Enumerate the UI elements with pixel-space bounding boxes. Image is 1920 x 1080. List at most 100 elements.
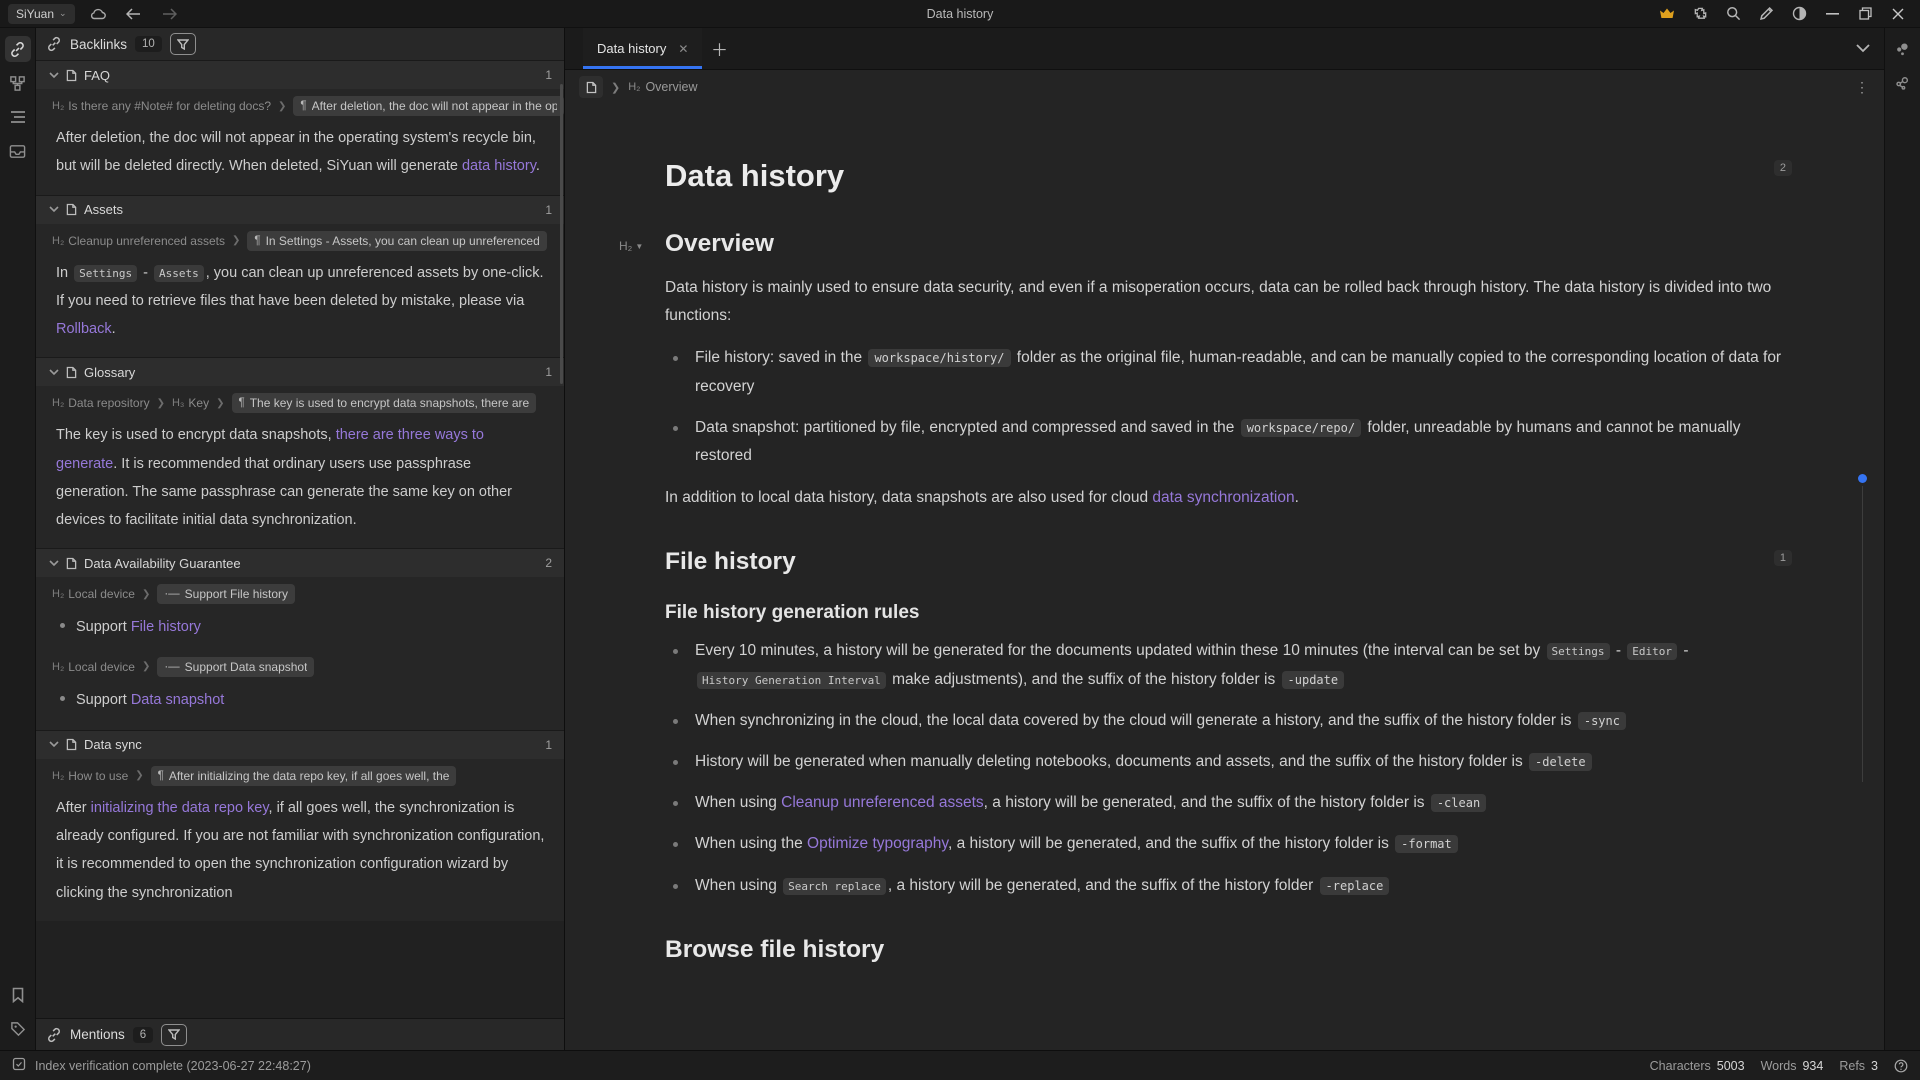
- mentions-header[interactable]: Mentions 6: [36, 1018, 564, 1050]
- dock-backlinks-icon[interactable]: [5, 36, 31, 62]
- theme-appearance-icon[interactable]: [1787, 3, 1811, 25]
- scroll-position-dot[interactable]: [1858, 474, 1867, 483]
- kbd-span: Editor: [1627, 643, 1677, 660]
- inline-link[interactable]: initializing the data repo key: [91, 800, 269, 816]
- breadcrumb-item[interactable]: H₂Cleanup unreferenced assets: [52, 234, 225, 248]
- nav-back-icon[interactable]: [121, 3, 147, 25]
- document-title[interactable]: Data history 2: [665, 158, 1790, 194]
- heading-browse-file-history[interactable]: Browse file history: [665, 936, 1790, 964]
- breadcrumb-text: Is there any #Note# for deleting docs?: [68, 99, 271, 113]
- heading-gutter[interactable]: H₂▼: [619, 239, 643, 253]
- breadcrumb-chip[interactable]: ¶After initializing the data repo key, i…: [151, 766, 457, 786]
- tab-list-chevron-icon[interactable]: [1856, 28, 1870, 69]
- block-type-tag: H₂: [52, 661, 64, 673]
- tab-data-history[interactable]: Data history ✕: [583, 28, 702, 69]
- document-scroll-area[interactable]: Data history 2 H₂▼OverviewData history i…: [565, 104, 1884, 1050]
- panel-scrollbar[interactable]: [560, 84, 563, 384]
- breadcrumb-item[interactable]: H₃Key: [172, 396, 209, 410]
- inline-link[interactable]: data synchronization: [1152, 489, 1294, 506]
- tab-close-icon[interactable]: ✕: [678, 42, 688, 56]
- breadcrumb-chip[interactable]: ·—Support File history: [157, 584, 295, 604]
- paragraph-block[interactable]: In addition to local data history, data …: [665, 484, 1790, 512]
- membership-crown-icon[interactable]: [1655, 3, 1679, 25]
- dock-inbox-icon[interactable]: [5, 138, 31, 164]
- list-item-block[interactable]: When using the Optimize typography, a hi…: [665, 830, 1790, 858]
- breadcrumb-more-icon[interactable]: ⋮: [1855, 79, 1870, 96]
- breadcrumb-doc-icon[interactable]: [579, 76, 603, 98]
- backlink-section-header-assets[interactable]: Assets1: [36, 195, 564, 224]
- list-item-block[interactable]: Every 10 minutes, a history will be gene…: [665, 637, 1790, 693]
- backlinks-header: Backlinks 10: [36, 28, 564, 60]
- edit-mode-icon[interactable]: [1754, 3, 1778, 25]
- inline-link[interactable]: Data snapshot: [131, 692, 225, 708]
- breadcrumb-chip[interactable]: ¶The key is used to encrypt data snapsho…: [232, 393, 537, 413]
- inline-link[interactable]: Optimize typography: [807, 835, 948, 852]
- breadcrumb-chip[interactable]: ¶After deletion, the doc will not appear…: [293, 96, 564, 116]
- backlink-section-header-data-sync[interactable]: Data sync1: [36, 730, 564, 759]
- window-restore-button[interactable]: [1853, 3, 1877, 25]
- dock-bookmark-icon[interactable]: [5, 982, 31, 1008]
- plugins-icon[interactable]: [1688, 3, 1712, 25]
- backlink-breadcrumb: H₂How to use❯¶After initializing the dat…: [36, 761, 564, 791]
- mentions-filter-button[interactable]: [161, 1024, 187, 1046]
- backlink-section-header-faq[interactable]: FAQ1: [36, 60, 564, 89]
- mentions-count-badge: 6: [133, 1027, 153, 1043]
- dock-outline-icon[interactable]: [5, 104, 31, 130]
- text-span: , a history will be generated, and the s…: [984, 794, 1429, 811]
- backlink-block[interactable]: Support Data snapshot: [36, 682, 564, 724]
- block-backlink-count[interactable]: 1: [1774, 550, 1792, 566]
- breadcrumb-item[interactable]: H₂How to use: [52, 769, 128, 783]
- help-icon[interactable]: [1894, 1059, 1908, 1073]
- dock-graph-icon[interactable]: [5, 70, 31, 96]
- chevron-right-icon: ❯: [142, 661, 150, 672]
- heading-file-history[interactable]: File history1: [665, 548, 1790, 576]
- dock-tag-icon[interactable]: [5, 1016, 31, 1042]
- dock-graph-view-icon[interactable]: [1890, 36, 1916, 62]
- breadcrumb-item[interactable]: H₂Data repository: [52, 396, 150, 410]
- nav-forward-icon[interactable]: [157, 3, 183, 25]
- window-close-button[interactable]: [1886, 3, 1910, 25]
- list-item-block[interactable]: When synchronizing in the cloud, the loc…: [665, 707, 1790, 735]
- list-item-block[interactable]: File history: saved in the workspace/his…: [665, 344, 1790, 400]
- block-backlink-count[interactable]: 2: [1774, 160, 1792, 176]
- list-item-block[interactable]: History will be generated when manually …: [665, 748, 1790, 776]
- block-type-tag: ¶: [158, 770, 164, 782]
- inline-link[interactable]: File history: [131, 619, 201, 635]
- inline-link[interactable]: Cleanup unreferenced assets: [781, 794, 984, 811]
- block-type-tag: ¶: [239, 397, 245, 409]
- list-item-block[interactable]: Data snapshot: partitioned by file, encr…: [665, 414, 1790, 470]
- breadcrumb-item[interactable]: H₂Is there any #Note# for deleting docs?: [52, 99, 271, 113]
- new-tab-button[interactable]: ＋: [702, 28, 736, 69]
- breadcrumb-label: Overview: [645, 80, 697, 94]
- list-item-block[interactable]: When using Search replace, a history wil…: [665, 872, 1790, 900]
- backlink-section-header-data-availability-guarantee[interactable]: Data Availability Guarantee2: [36, 548, 564, 577]
- heading-text: Overview: [665, 230, 774, 257]
- list-item-block[interactable]: When using Cleanup unreferenced assets, …: [665, 789, 1790, 817]
- heading-overview[interactable]: H₂▼Overview: [665, 230, 1790, 258]
- backlink-block[interactable]: After initializing the data repo key, if…: [36, 791, 564, 915]
- backlink-block[interactable]: Support File history: [36, 609, 564, 651]
- window-minimize-button[interactable]: [1820, 3, 1844, 25]
- dock-global-graph-icon[interactable]: [1890, 70, 1916, 96]
- breadcrumb-chip[interactable]: ¶In Settings - Assets, you can clean up …: [247, 231, 546, 251]
- breadcrumb-item[interactable]: H₂Local device: [52, 587, 135, 601]
- backlink-section-header-glossary[interactable]: Glossary1: [36, 357, 564, 386]
- app-menu-button[interactable]: SiYuan ⌄: [8, 4, 75, 24]
- heading-file-history-generation-rules[interactable]: File history generation rules: [665, 602, 1790, 624]
- search-icon[interactable]: [1721, 3, 1745, 25]
- paragraph-block[interactable]: Data history is mainly used to ensure da…: [665, 274, 1790, 330]
- breadcrumb-item[interactable]: H₂Local device: [52, 660, 135, 674]
- breadcrumb-separator: ❯: [611, 81, 620, 94]
- breadcrumb-item-overview[interactable]: H₂ Overview: [628, 80, 697, 94]
- chevron-right-icon: ❯: [216, 398, 224, 409]
- inline-link[interactable]: Rollback: [56, 321, 112, 337]
- backlinks-filter-button[interactable]: [170, 33, 196, 55]
- text-span: When using: [695, 794, 781, 811]
- backlink-block[interactable]: After deletion, the doc will not appear …: [36, 121, 564, 189]
- inline-link[interactable]: data history: [462, 158, 536, 174]
- cloud-sync-icon[interactable]: [85, 3, 111, 25]
- breadcrumb-chip[interactable]: ·—Support Data snapshot: [157, 657, 314, 677]
- chevron-down-icon: [49, 741, 59, 748]
- backlink-block[interactable]: In Settings - Assets, you can clean up u…: [36, 256, 564, 352]
- backlink-block[interactable]: The key is used to encrypt data snapshot…: [36, 418, 564, 542]
